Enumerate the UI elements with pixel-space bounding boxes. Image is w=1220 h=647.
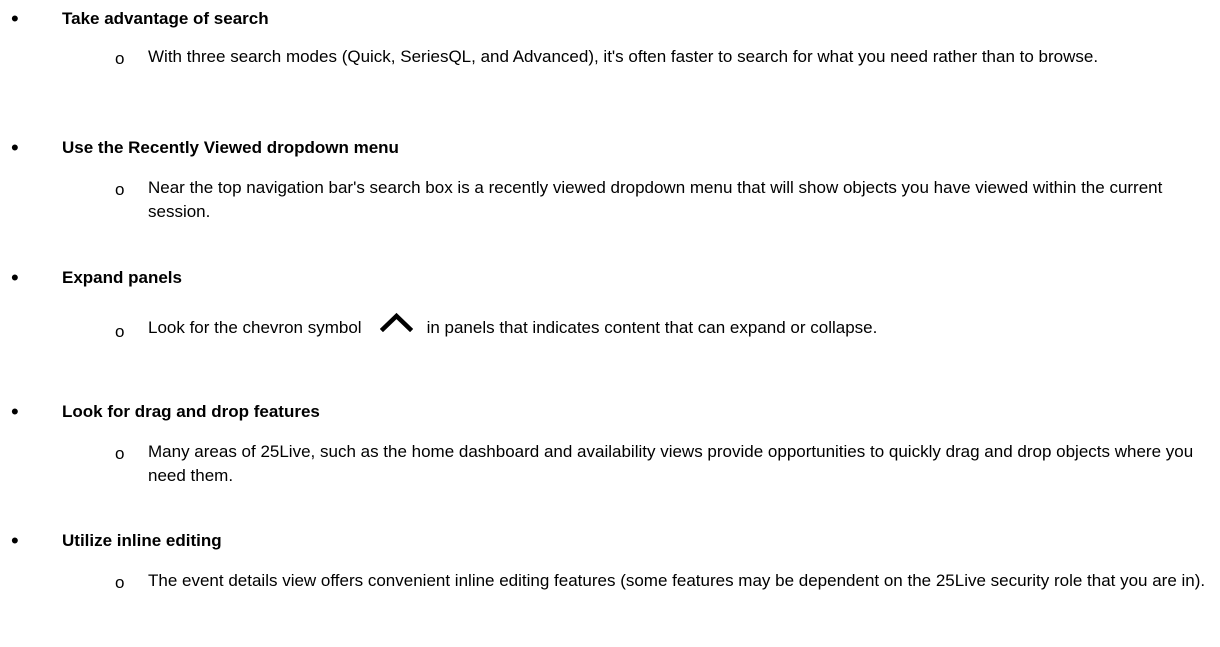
chevron-up-icon [379,312,413,339]
bullet: • [11,135,19,160]
sub-bullet: o [115,573,125,592]
tip-heading: Expand panels [62,268,182,287]
document-page: • Take advantage of search o With three … [0,0,1220,647]
bullet: • [11,399,19,424]
sub-bullet: o [115,444,125,463]
tip-text: The event details view offers convenient… [148,571,1206,590]
bullet: • [11,6,19,31]
tip-text-before-icon: Look for the chevron symbol [148,317,362,337]
bullet: • [11,265,19,290]
tip-heading: Utilize inline editing [62,531,222,550]
tip-text: With three search modes (Quick, SeriesQL… [148,47,1099,66]
tip-heading: Take advantage of search [62,9,269,28]
sub-bullet: o [115,180,125,199]
sub-bullet: o [115,49,125,68]
tip-text: Look for the chevron symbol in panels tha… [148,312,1213,342]
tip-heading: Use the Recently Viewed dropdown menu [62,138,399,157]
tip-heading: Look for drag and drop features [62,402,320,421]
tip-text: Many areas of 25Live, such as the home d… [148,442,1194,485]
sub-bullet: o [115,322,125,341]
bullet: • [11,528,19,553]
tip-text-after-icon: in panels that indicates content that ca… [426,317,878,337]
tip-text: Near the top navigation bar's search box… [148,178,1163,221]
